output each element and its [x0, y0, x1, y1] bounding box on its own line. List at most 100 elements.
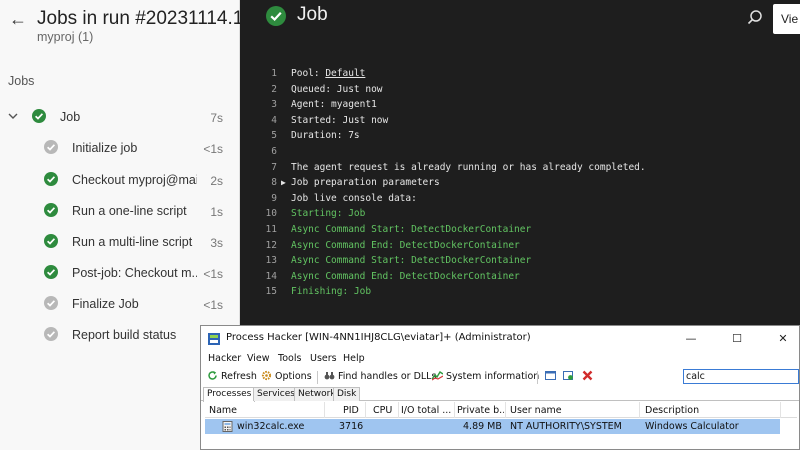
project-name: myproj (1): [37, 30, 94, 44]
window-title: Process Hacker [WIN-4NN1IHJ8CLG\eviatar]…: [226, 332, 531, 343]
step-row[interactable]: Run a multi-line script 3s: [0, 226, 239, 257]
step-duration: <1s: [203, 267, 223, 281]
skipped-icon: [44, 140, 58, 154]
menu-users[interactable]: Users: [310, 353, 337, 364]
cell-description: Windows Calculator: [645, 421, 739, 432]
tab-services[interactable]: Services: [253, 387, 299, 401]
job-label: Job: [60, 110, 81, 124]
log-line: 12 Async Command End: DetectDockerContain…: [265, 239, 520, 251]
refresh-icon: [208, 371, 217, 380]
log-line: 9 Job live console data:: [271, 192, 417, 204]
log-line: 14 Async Command End: DetectDockerContain…: [265, 270, 520, 282]
window-target-icon: [563, 371, 573, 380]
options-button[interactable]: Options: [261, 370, 312, 384]
step-label: Run a one-line script: [72, 204, 187, 218]
process-hacker-icon: [208, 333, 220, 345]
log-line: 4 Started: Just now: [271, 114, 389, 126]
column-pid[interactable]: PID: [343, 405, 359, 416]
minimize-button[interactable]: —: [676, 329, 706, 349]
menu-view[interactable]: View: [247, 353, 270, 364]
cell-pid: 3716: [339, 421, 364, 432]
log-line: 5 Duration: 7s: [271, 130, 360, 142]
window-view-button[interactable]: [545, 370, 559, 384]
skipped-icon: [44, 296, 58, 310]
process-table: Name PID CPU I/O total ... Private b... …: [205, 402, 797, 449]
step-label: Finalize Job: [72, 297, 139, 311]
pool-link[interactable]: Default: [325, 68, 365, 79]
step-label: Run a multi-line script: [72, 235, 193, 249]
toolbar-separator: [317, 371, 318, 384]
step-duration: 1s: [210, 205, 223, 219]
log-line-collapsible[interactable]: 8 ▶ Job preparation parameters: [240, 175, 800, 191]
system-information-button[interactable]: System information: [432, 370, 539, 384]
step-label: Report build status: [72, 328, 177, 342]
step-duration: <1s: [203, 298, 223, 312]
success-icon: [44, 203, 58, 217]
step-label: Initialize job: [72, 141, 138, 155]
pool-label: Pool:: [291, 68, 326, 79]
refresh-button[interactable]: Refresh: [207, 370, 257, 384]
graph-icon: [432, 371, 443, 381]
search-icon[interactable]: [746, 9, 764, 27]
back-arrow-icon[interactable]: ←: [8, 9, 28, 29]
table-row[interactable]: win32calc.exe 3716 4.89 MB NT AUTHORITY\…: [205, 419, 780, 434]
step-label: Post-job: Checkout m...: [72, 266, 197, 280]
column-private-bytes[interactable]: Private b...: [457, 405, 504, 416]
success-icon: [32, 109, 46, 123]
step-row[interactable]: Initialize job <1s: [0, 132, 239, 163]
menu-hacker[interactable]: Hacker: [208, 353, 241, 364]
menu-bar: Hacker View Tools Users Help: [201, 352, 799, 368]
tab-processes[interactable]: Processes: [203, 387, 256, 402]
gear-icon: [261, 370, 272, 381]
step-row[interactable]: Run a one-line script 1s: [0, 195, 239, 226]
log-line: 10 Starting: Job: [265, 208, 366, 220]
step-duration: <1s: [203, 142, 223, 156]
tab-disk[interactable]: Disk: [333, 387, 361, 401]
table-header: Name PID CPU I/O total ... Private b... …: [205, 402, 797, 418]
log-line: 6: [271, 145, 277, 157]
binoculars-icon: [324, 372, 335, 380]
find-handles-button[interactable]: Find handles or DLLs: [324, 370, 436, 384]
log-line: 1 Pool: Default: [271, 68, 366, 79]
find-window-button[interactable]: [563, 370, 577, 384]
column-cpu[interactable]: CPU: [373, 405, 392, 416]
menu-tools[interactable]: Tools: [278, 353, 301, 364]
column-description[interactable]: Description: [645, 405, 699, 416]
maximize-button[interactable]: ☐: [722, 329, 752, 349]
job-row[interactable]: Job 7s: [0, 101, 239, 132]
job-duration: 7s: [210, 111, 223, 125]
close-red-icon: [582, 370, 593, 381]
search-input[interactable]: calc: [683, 369, 799, 384]
column-io-total[interactable]: I/O total ...: [401, 405, 453, 416]
terminate-process-button[interactable]: [582, 370, 596, 384]
window-titlebar[interactable]: Process Hacker [WIN-4NN1IHJ8CLG\eviatar]…: [201, 326, 799, 352]
log-line: 2 Queued: Just now: [271, 83, 383, 95]
column-name[interactable]: Name: [209, 405, 237, 416]
calculator-icon: [222, 421, 233, 432]
success-icon: [44, 234, 58, 248]
run-title: Jobs in run #20231114.14: [37, 8, 254, 29]
chevron-down-icon[interactable]: [6, 109, 20, 123]
tab-bar: Processes Services Network Disk: [201, 387, 799, 402]
log-line: 11 Async Command Start: DetectDockerConta…: [265, 223, 532, 235]
success-icon: [266, 6, 286, 26]
log-line: 3 Agent: myagent1: [271, 99, 377, 111]
success-icon: [44, 265, 58, 279]
step-duration: 3s: [210, 236, 223, 250]
column-user-name[interactable]: User name: [510, 405, 562, 416]
cell-private-bytes: 4.89 MB: [463, 421, 502, 432]
console-log: 1 Pool: Default 2 Queued: Just now 3 Agent…: [240, 66, 800, 300]
log-line: 13 Async Command Start: DetectDockerConta…: [265, 255, 532, 267]
step-row[interactable]: Checkout myproj@mai... 2s: [0, 164, 239, 195]
menu-help[interactable]: Help: [343, 353, 365, 364]
process-hacker-window: Process Hacker [WIN-4NN1IHJ8CLG\eviatar]…: [200, 325, 800, 450]
window-icon: [545, 371, 556, 380]
close-button[interactable]: ✕: [768, 329, 798, 349]
step-label: Checkout myproj@mai...: [72, 173, 197, 187]
success-icon: [44, 172, 58, 186]
expand-triangle-icon[interactable]: ▶: [281, 175, 286, 191]
view-raw-log-button[interactable]: Vie: [773, 4, 800, 34]
step-row[interactable]: Finalize Job <1s: [0, 288, 239, 319]
cell-user-name: NT AUTHORITY\SYSTEM: [510, 421, 622, 432]
step-row[interactable]: Post-job: Checkout m... <1s: [0, 257, 239, 288]
